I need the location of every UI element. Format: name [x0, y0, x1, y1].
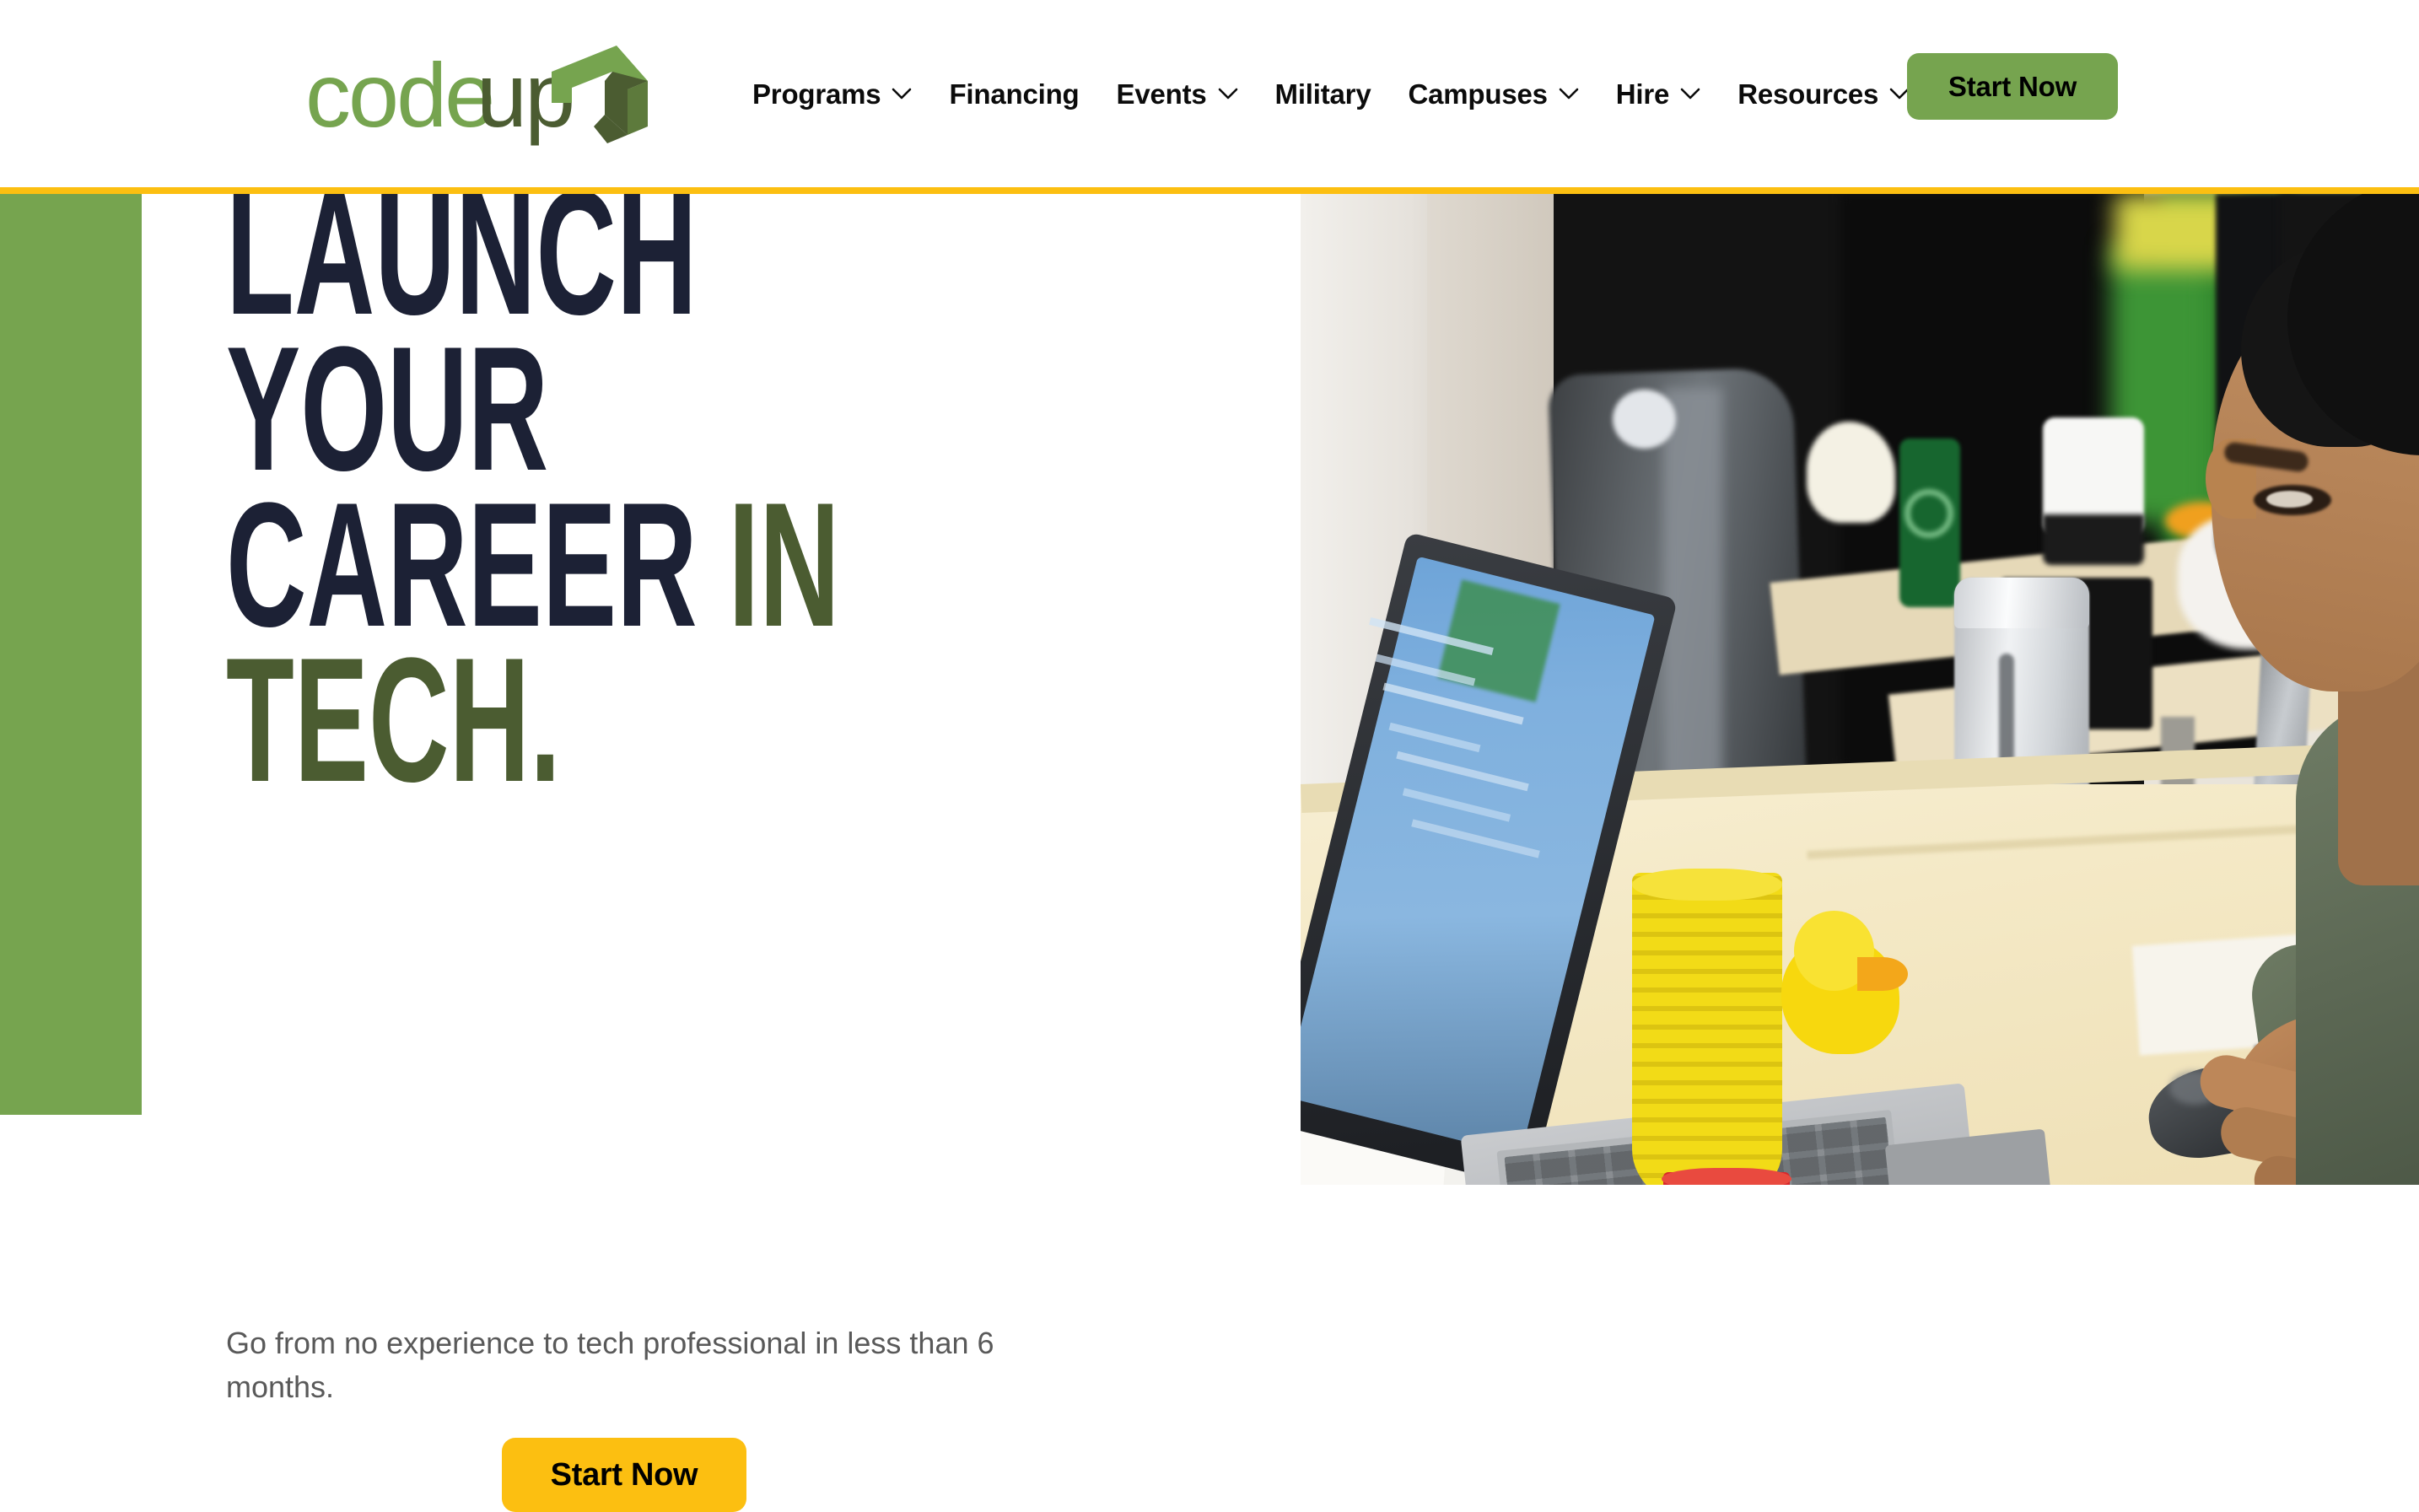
chevron-down-icon	[1218, 88, 1237, 100]
hero-subtext: Go from no experience to tech profession…	[226, 1326, 994, 1405]
nav-item-label: Military	[1274, 78, 1371, 110]
heading-line-3b: IN	[728, 465, 840, 664]
nav-item-label: Events	[1116, 78, 1207, 110]
codeup-logo[interactable]: code up	[305, 32, 651, 159]
heading-line-1: LAUNCH	[226, 153, 698, 352]
codeup-logo-svg: code up	[305, 44, 648, 146]
photo-tumbler-lid	[1954, 578, 2089, 628]
photo-green-bottle-logo	[1904, 489, 1953, 538]
nav-item-hire[interactable]: Hire	[1597, 80, 1719, 108]
page-title: LAUNCH YOUR CAREER IN TECH.	[226, 153, 864, 820]
photo-red-cup-rim	[1662, 1168, 1791, 1185]
nav-item-label: Programs	[752, 78, 881, 110]
photo-white-cup-base	[2043, 514, 2144, 565]
nav-item-label: Financing	[949, 78, 1080, 110]
photo-person-eye-white	[2266, 491, 2313, 508]
nav-item-events[interactable]: Events	[1098, 80, 1257, 108]
heading-line-2: YOUR	[226, 309, 549, 508]
nav-item-campuses[interactable]: Campuses	[1389, 80, 1597, 108]
main-navigation: Programs Financing Events Military Campu…	[734, 0, 1928, 187]
nav-item-military[interactable]: Military	[1257, 80, 1390, 108]
chevron-down-icon	[1559, 88, 1579, 100]
nav-item-resources[interactable]: Resources	[1719, 80, 1928, 108]
hero-photo	[1301, 194, 2419, 1185]
nav-item-label: Campuses	[1408, 78, 1548, 110]
nav-item-programs[interactable]: Programs	[734, 80, 930, 108]
photo-chair-knob	[1613, 390, 1676, 449]
hero-start-now-button[interactable]: Start Now	[502, 1438, 746, 1512]
nav-item-label: Hire	[1615, 78, 1670, 110]
nav-item-label: Resources	[1737, 78, 1879, 110]
photo-yellow-cup-stack	[1632, 873, 1782, 1185]
hero-section: LAUNCH YOUR CAREER IN TECH. Go from no e…	[0, 164, 1301, 1512]
accent-rule	[0, 186, 2419, 194]
chevron-down-icon	[892, 88, 912, 100]
chevron-down-icon	[1680, 88, 1700, 100]
photo-yellow-cup-rim	[1632, 869, 1782, 901]
photo-back-duck	[1807, 422, 1895, 523]
heading-line-4: TECH.	[226, 621, 561, 820]
header-start-now-button[interactable]: Start Now	[1907, 53, 2118, 120]
photo-rubber-duck-beak	[1857, 957, 1908, 991]
svg-text:code: code	[305, 44, 493, 146]
site-header: code up Programs Financing Events Milita…	[0, 0, 2419, 187]
heading-line-3: CAREER IN	[226, 476, 864, 653]
nav-item-financing[interactable]: Financing	[930, 80, 1097, 108]
